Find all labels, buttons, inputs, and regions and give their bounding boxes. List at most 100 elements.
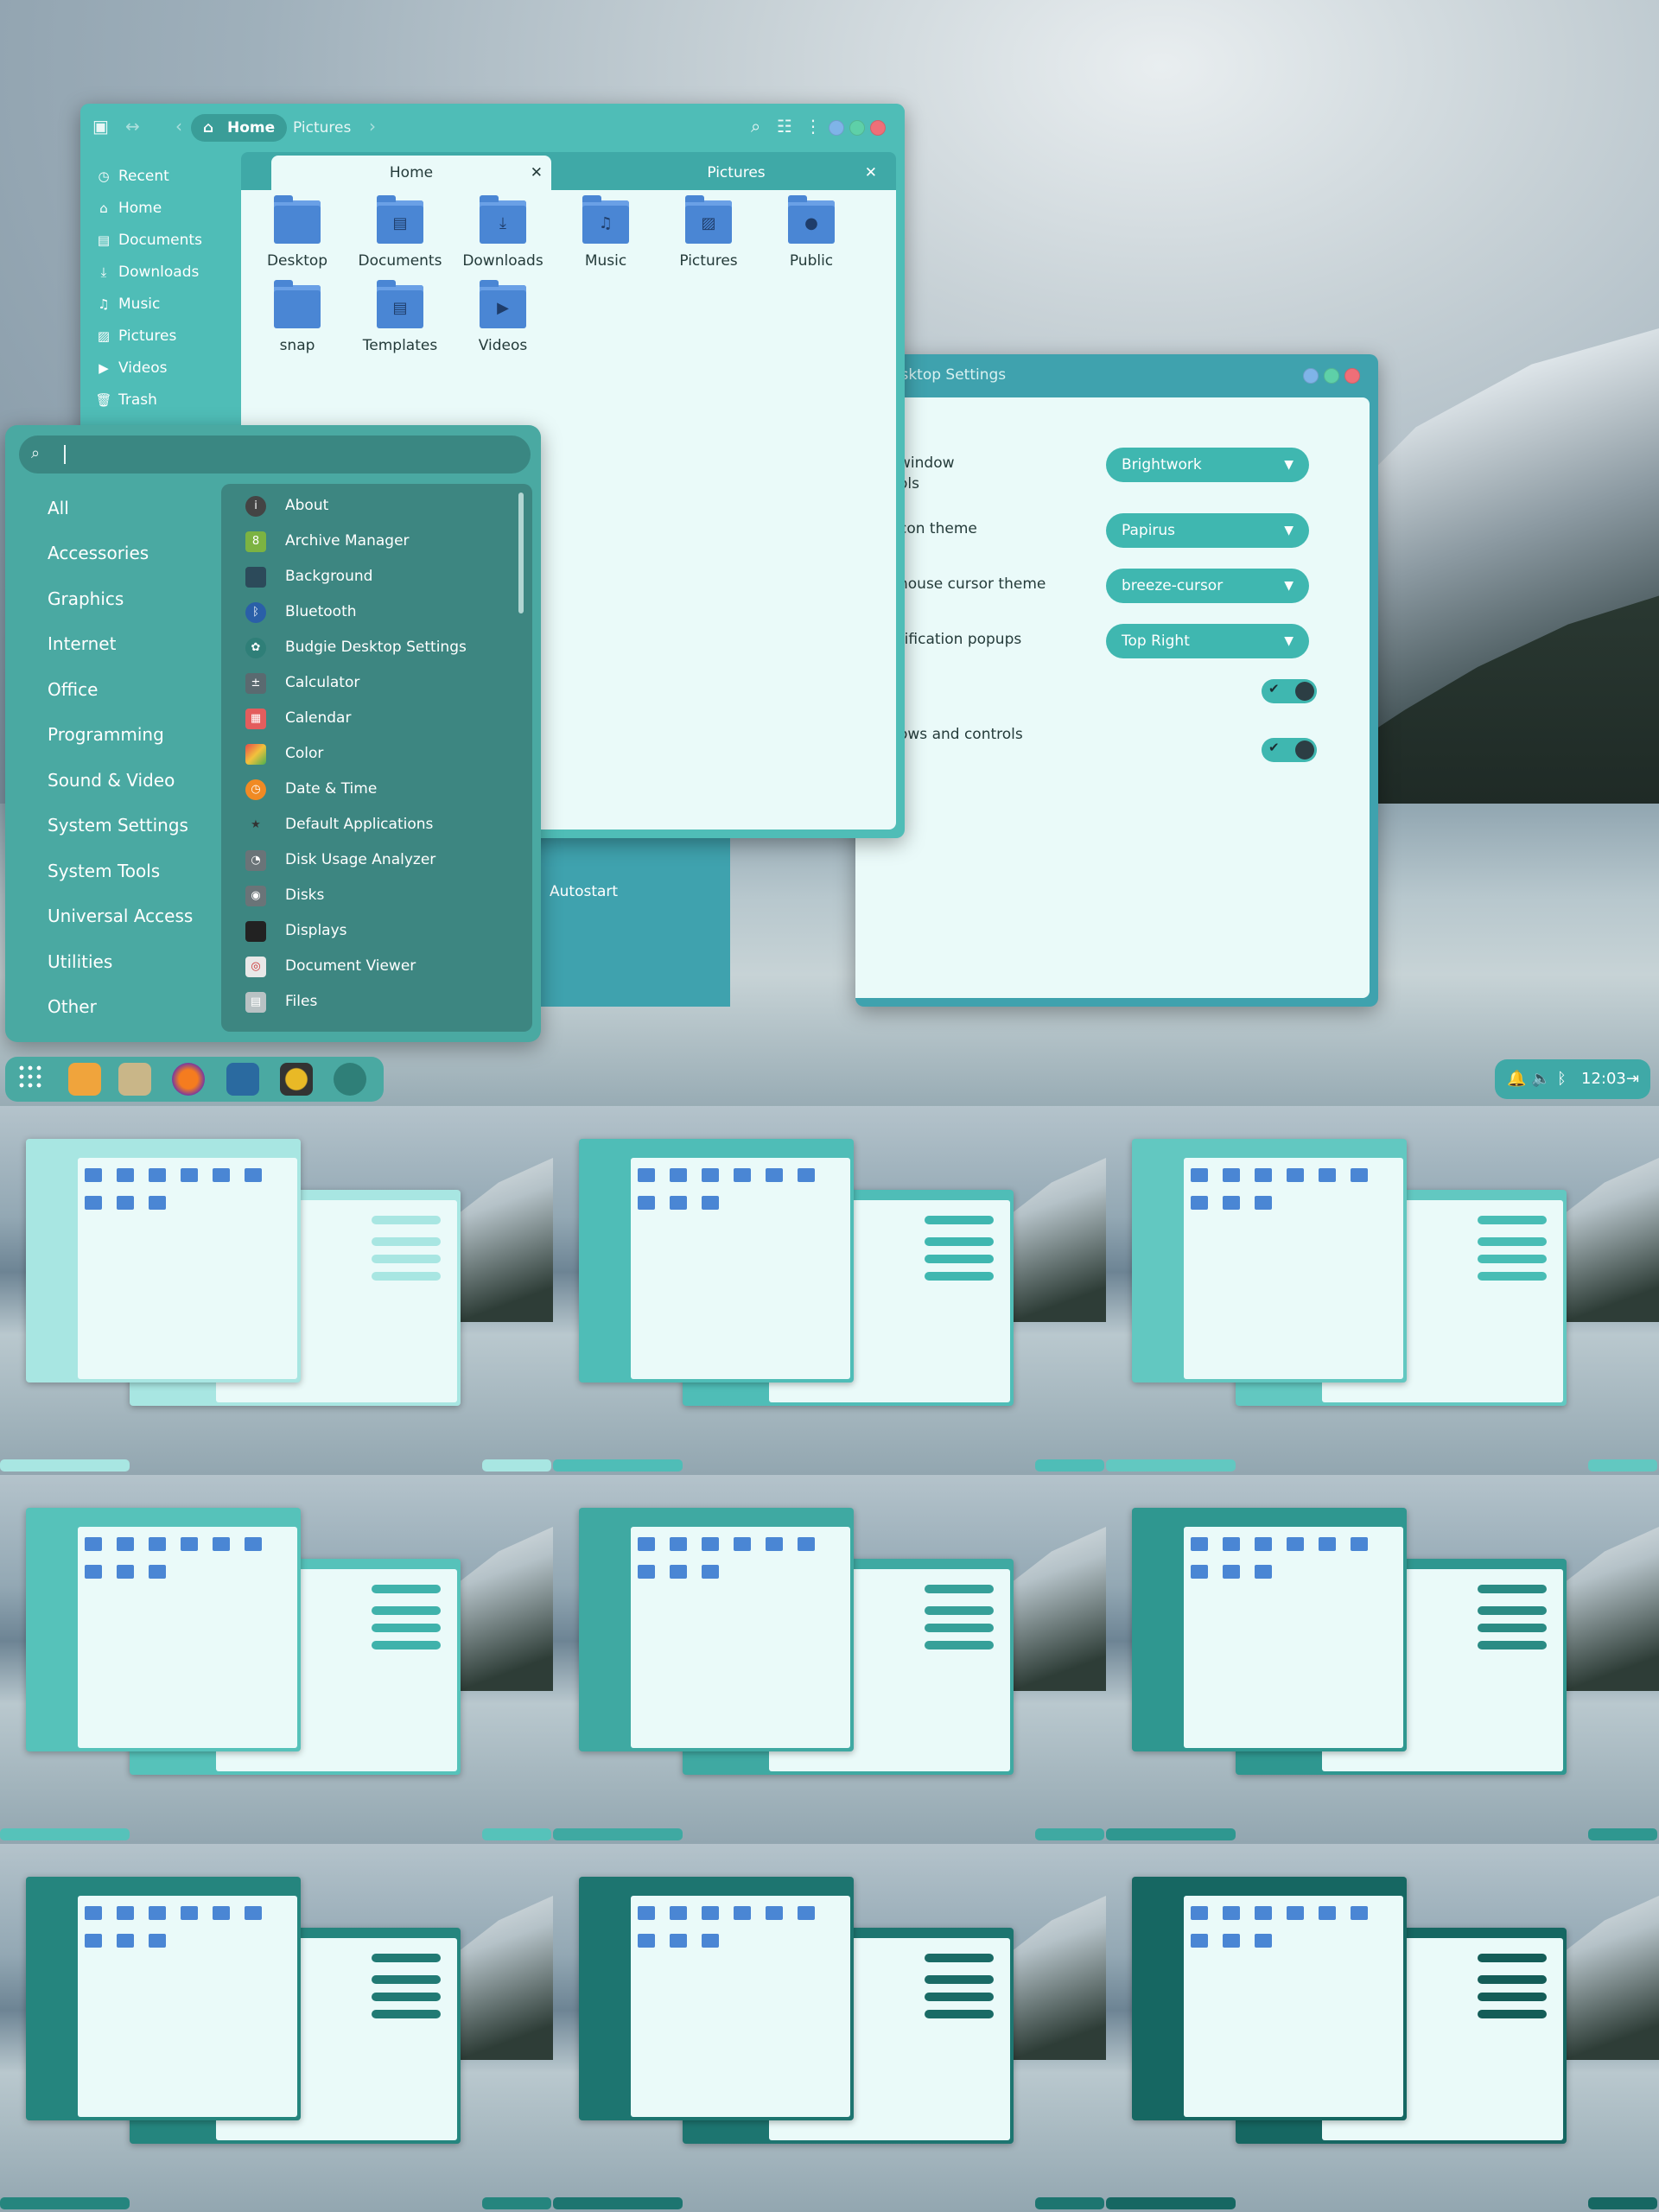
- category-system-tools[interactable]: System Tools: [48, 861, 160, 881]
- software-center-icon[interactable]: [226, 1063, 259, 1096]
- autostart-label[interactable]: Autostart: [550, 883, 618, 900]
- rhythmbox-icon[interactable]: [280, 1063, 313, 1096]
- breadcrumb-home[interactable]: ⌂ Home: [191, 114, 288, 142]
- category-universal-access[interactable]: Universal Access: [48, 906, 193, 926]
- folder-item[interactable]: ♫ Music: [558, 195, 653, 270]
- app-label: Disk Usage Analyzer: [285, 851, 436, 868]
- tab-home[interactable]: Home ✕: [271, 156, 551, 190]
- archive-icon[interactable]: [118, 1063, 151, 1096]
- folder-item[interactable]: snap: [250, 280, 345, 354]
- folder-item[interactable]: ▤ Documents: [353, 195, 448, 270]
- sidebar-item-documents[interactable]: ▤ Documents: [94, 228, 202, 252]
- app-disks[interactable]: ◉ Disks: [245, 882, 513, 908]
- sidebar-item-music[interactable]: ♫ Music: [94, 292, 160, 316]
- search-input[interactable]: ⌕: [19, 435, 531, 474]
- folder-item[interactable]: ▶ Videos: [455, 280, 550, 354]
- mini-folder-icon: [638, 1934, 655, 1948]
- folder-item[interactable]: ⤓ Downloads: [455, 195, 550, 270]
- category-internet[interactable]: Internet: [48, 633, 116, 654]
- sidebar-item-trash[interactable]: 🗑 Trash: [94, 388, 156, 412]
- category-accessories[interactable]: Accessories: [48, 543, 149, 563]
- mini-folder-icon: [798, 1537, 815, 1551]
- folder-item[interactable]: ▤ Templates: [353, 280, 448, 354]
- info-icon: i: [245, 496, 266, 517]
- download-icon: ⤓: [100, 264, 107, 280]
- close-icon[interactable]: ✕: [531, 156, 543, 190]
- notification-position-dropdown[interactable]: Top Right ▼: [1106, 624, 1309, 658]
- volume-icon[interactable]: 🔈: [1531, 1070, 1550, 1088]
- app-disk-usage[interactable]: ◔ Disk Usage Analyzer: [245, 847, 513, 873]
- minimize-button[interactable]: [829, 120, 844, 136]
- back-forward-icon[interactable]: ↔: [125, 116, 140, 137]
- icon-theme-dropdown[interactable]: Papirus ▼: [1106, 513, 1309, 548]
- toggle-switch[interactable]: ✔: [1262, 738, 1317, 762]
- widget-theme-dropdown[interactable]: Brightwork ▼: [1106, 448, 1309, 482]
- app-date-time[interactable]: ◷ Date & Time: [245, 776, 513, 802]
- check-icon: ✔: [1268, 740, 1280, 755]
- app-budgie-settings[interactable]: ✿ Budgie Desktop Settings: [245, 634, 513, 660]
- chevron-left-icon[interactable]: ‹: [175, 116, 182, 137]
- app-calculator[interactable]: ± Calculator: [245, 670, 513, 696]
- folder-label: Downloads: [462, 252, 543, 270]
- star-icon: ★: [251, 818, 261, 831]
- sidebar-item-downloads[interactable]: ⤓ Downloads: [94, 260, 200, 284]
- maximize-button[interactable]: [849, 120, 865, 136]
- tab-pictures[interactable]: Pictures ✕: [587, 156, 886, 190]
- category-sound-video[interactable]: Sound & Video: [48, 770, 175, 791]
- close-icon[interactable]: ✕: [865, 156, 877, 190]
- app-calendar[interactable]: ▦ Calendar: [245, 705, 513, 731]
- app-background[interactable]: Background: [245, 563, 513, 589]
- sidebar-item-pictures[interactable]: ▨ Pictures: [94, 324, 176, 348]
- toggle-switch[interactable]: ✔: [1262, 679, 1317, 703]
- app-color[interactable]: Color: [245, 741, 513, 766]
- cursor-theme-dropdown[interactable]: breeze-cursor ▼: [1106, 569, 1309, 603]
- chevron-right-icon[interactable]: ›: [369, 116, 376, 137]
- mini-dropdown: [1478, 1993, 1547, 2001]
- minimize-button[interactable]: [1303, 368, 1319, 384]
- mini-files-window: [579, 1139, 854, 1382]
- download-manager-icon[interactable]: [68, 1063, 101, 1096]
- sidebar-item-label: Documents: [118, 232, 202, 249]
- app-displays[interactable]: Displays: [245, 918, 513, 944]
- breadcrumb-pictures[interactable]: Pictures: [281, 114, 363, 142]
- category-programming[interactable]: Programming: [48, 724, 164, 745]
- category-graphics[interactable]: Graphics: [48, 588, 124, 609]
- category-system-settings[interactable]: System Settings: [48, 815, 188, 836]
- category-other[interactable]: Other: [48, 996, 97, 1017]
- category-all[interactable]: All: [48, 498, 69, 518]
- category-office[interactable]: Office: [48, 679, 98, 700]
- folder-item[interactable]: ▨ Pictures: [661, 195, 756, 270]
- logout-icon[interactable]: ⇥: [1626, 1070, 1639, 1088]
- maximize-button[interactable]: [1324, 368, 1339, 384]
- bell-icon[interactable]: 🔔: [1507, 1070, 1526, 1088]
- view-options-icon[interactable]: ☷: [777, 116, 792, 137]
- search-icon[interactable]: ⌕: [751, 116, 760, 137]
- folder-item[interactable]: ● Public: [764, 195, 859, 270]
- mini-folder-icon: [766, 1906, 783, 1920]
- app-default-applications[interactable]: ★ Default Applications: [245, 811, 513, 837]
- app-document-viewer[interactable]: ◎ Document Viewer: [245, 953, 513, 979]
- menu-icon[interactable]: ⋮: [804, 116, 822, 137]
- close-button[interactable]: [870, 120, 886, 136]
- clock[interactable]: 12:03: [1581, 1070, 1626, 1088]
- mini-folder-icon: [670, 1934, 687, 1948]
- sidebar-item-recent[interactable]: ◷ Recent: [94, 164, 168, 188]
- category-utilities[interactable]: Utilities: [48, 951, 112, 972]
- bluetooth-icon[interactable]: ᛒ: [1557, 1070, 1567, 1088]
- mini-files-window: [579, 1508, 854, 1751]
- app-bluetooth[interactable]: ᛒ Bluetooth: [245, 599, 513, 625]
- folder-icon: ▤: [377, 280, 423, 328]
- folder-item[interactable]: Desktop: [250, 195, 345, 270]
- breadcrumb-label: Home: [227, 119, 276, 137]
- chevron-down-icon: ▼: [1284, 524, 1294, 537]
- sidebar-item-home[interactable]: ⌂ Home: [94, 196, 162, 220]
- app-files[interactable]: ▤ Files: [245, 988, 513, 1014]
- budgie-icon[interactable]: [334, 1063, 366, 1096]
- firefox-icon[interactable]: [172, 1063, 205, 1096]
- close-button[interactable]: [1344, 368, 1360, 384]
- app-archive-manager[interactable]: 8 Archive Manager: [245, 528, 513, 554]
- app-about[interactable]: i About: [245, 493, 513, 518]
- scrollbar[interactable]: [518, 493, 524, 613]
- app-grid-icon[interactable]: [17, 1064, 43, 1090]
- sidebar-item-videos[interactable]: ▶ Videos: [94, 356, 167, 380]
